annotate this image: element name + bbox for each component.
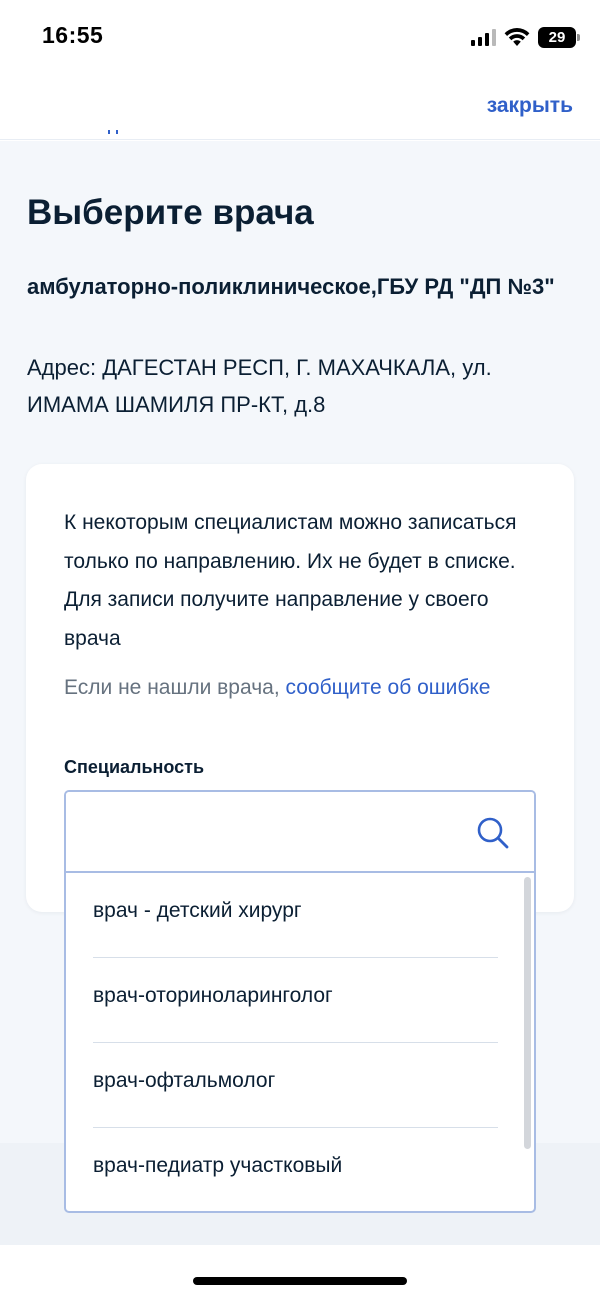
not-found-hint-text: Если не нашли врача, (64, 676, 280, 699)
specialty-combobox[interactable]: врач - детский хирург врач-оториноларинг… (64, 790, 536, 1213)
status-time: 16:55 (42, 22, 104, 48)
referral-notice: К некоторым специалистам можно записатьс… (64, 511, 517, 650)
wifi-icon (504, 28, 530, 46)
dropdown-item[interactable]: врач-педиатр участковый (93, 1128, 498, 1211)
specialty-search-input[interactable] (66, 792, 534, 871)
organization-address: Адрес: ДАГЕСТАН РЕСП, Г. МАХАЧКАЛА, ул. … (27, 355, 492, 417)
dropdown-item-label: врач-офтальмолог (93, 1069, 276, 1092)
specialty-label: Специальность (64, 757, 205, 777)
report-error-link[interactable]: сообщите об ошибке (286, 676, 491, 699)
dropdown-item[interactable]: врач-оториноларинголог (93, 958, 498, 1043)
status-icons: 29 (471, 24, 580, 50)
not-found-hint: Если не нашли врача, сообщите об ошибке (64, 669, 534, 707)
organization-name: амбулаторно-поликлиническое,ГБУ РД "ДП №… (27, 274, 555, 299)
dropdown-item-label: врач-педиатр участковый (93, 1154, 343, 1177)
dropdown-scrollbar[interactable] (524, 877, 531, 1149)
dropdown-item[interactable]: врач - детский хирург (93, 873, 498, 958)
dropdown-item[interactable]: врач-офтальмолог (93, 1043, 498, 1128)
dropdown-item-label: врач - детский хирург (93, 899, 302, 922)
specialty-dropdown-list[interactable]: врач - детский хирург врач-оториноларинг… (66, 871, 534, 1211)
signal-icon (471, 28, 496, 46)
scrolled-content-fragment (100, 130, 126, 140)
close-link[interactable]: закрыть (487, 94, 573, 118)
page-title: Выберите врача (27, 193, 314, 232)
top-nav: закрыть (0, 76, 600, 140)
status-bar: 16:55 29 (0, 0, 600, 76)
dropdown-item-label: врач-оториноларинголог (93, 984, 333, 1007)
home-area (0, 1245, 600, 1298)
battery-level: 29 (548, 28, 566, 46)
battery-icon: 29 (538, 26, 580, 48)
home-indicator[interactable] (193, 1277, 407, 1285)
search-icon[interactable] (476, 816, 510, 850)
